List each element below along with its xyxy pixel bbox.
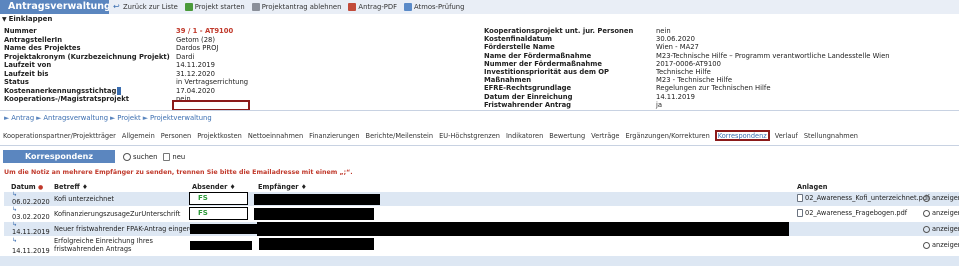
attachment-link[interactable]: 02_Awareness_Fragebogen.pdf (797, 209, 907, 217)
arrow-right-icon: ► (110, 114, 116, 122)
document-icon (797, 209, 803, 217)
tab-eu-hoechstgrenzen[interactable]: EU-Höchstgrenzen (438, 132, 501, 141)
tab-vertraege[interactable]: Verträge (590, 132, 620, 141)
tab-personen[interactable]: Personen (160, 132, 192, 141)
atmos-check-button[interactable]: Atmos-Prüfung (404, 3, 464, 11)
tab-ergaenzungen[interactable]: Ergänzungen/Korrekturen (625, 132, 711, 141)
tab-korrespondenz[interactable]: Korrespondenz (714, 130, 770, 141)
korrespondenz-tools: suchen neu (123, 152, 191, 161)
view-button[interactable]: anzeigen (923, 194, 959, 202)
table-header: Datum ● Betreff ♦ Absender ♦ Empfänger ♦… (0, 181, 959, 191)
new-document-icon (163, 152, 171, 161)
column-datum[interactable]: Datum ● (11, 183, 43, 191)
tab-allgemein[interactable]: Allgemein (121, 132, 156, 141)
project-info-left: Nummer 39 / 1 - AT9100 AntragstellerIn Get… (4, 27, 480, 111)
toolbar: ↩ Zurück zur Liste Projekt starten Proje… (109, 0, 959, 14)
view-button[interactable]: anzeigen (923, 241, 959, 249)
magnifier-icon (923, 209, 930, 217)
column-empfaenger[interactable]: Empfänger ♦ (258, 183, 307, 191)
footer-bar (0, 256, 959, 266)
redacted-recipient (254, 194, 380, 205)
reply-arrow-icon: ↳ (12, 237, 18, 244)
tab-nettoeinnahmen[interactable]: Nettoeinnahmen (247, 132, 304, 141)
sender-field: FS (189, 192, 248, 205)
breadcrumb-link[interactable]: Antragsverwaltung (43, 114, 108, 122)
redacted-recipient (259, 238, 374, 250)
sort-icon: ♦ (229, 183, 236, 191)
column-anlagen: Anlagen (797, 183, 828, 191)
table-row[interactable]: ↳ 06.02.2020 Kofi unterzeichnet FS 02_Aw… (4, 191, 959, 206)
triangle-down-icon: ▼ (2, 15, 7, 23)
divider (0, 145, 959, 146)
redacted-recipient (257, 222, 789, 236)
tab-bar: Kooperationspartner/Projektträger Allgem… (2, 130, 863, 141)
column-absender[interactable]: Absender ♦ (192, 183, 236, 191)
redacted-sender (190, 224, 260, 234)
pdf-icon (348, 3, 357, 11)
arrow-right-icon: ► (142, 114, 148, 122)
search-icon (123, 152, 131, 161)
new-button[interactable]: neu (163, 152, 185, 161)
reject-application-button[interactable]: Projektantrag ablehnen (251, 3, 341, 11)
check-icon (404, 3, 413, 11)
table-row[interactable]: ↳ 14.11.2019 Erfolgreiche Einreichung Ih… (4, 237, 959, 255)
breadcrumb-link[interactable]: Antrag (11, 114, 34, 122)
tab-projektkosten[interactable]: Projektkosten (196, 132, 243, 141)
reply-arrow-icon: ↳ (12, 206, 18, 213)
start-project-button[interactable]: Projekt starten (184, 3, 245, 11)
tab-berichte[interactable]: Berichte/Meilenstein (365, 132, 435, 141)
document-icon (797, 194, 803, 202)
column-betreff[interactable]: Betreff ♦ (54, 183, 88, 191)
info-icon[interactable] (117, 86, 122, 95)
view-button[interactable]: anzeigen (923, 225, 959, 233)
recipient-hint: Um die Notiz an mehrere Empfänger zu sen… (4, 169, 353, 176)
redacted-recipient (254, 208, 374, 220)
view-button[interactable]: anzeigen (923, 209, 959, 217)
magnifier-icon (923, 194, 930, 202)
section-title: Korrespondenz (3, 150, 115, 163)
sort-icon: ♦ (82, 183, 88, 191)
project-start-icon (184, 3, 193, 11)
header-bar: Antragsverwaltung ↩ Zurück zur Liste Pro… (0, 0, 959, 14)
reply-arrow-icon: ↳ (12, 191, 18, 198)
application-pdf-button[interactable]: Antrag-PDF (348, 3, 397, 11)
project-info-right: Kooperationsprojekt unt. jur. Personen ne… (484, 27, 890, 109)
breadcrumb-link[interactable]: Projekt (117, 114, 140, 122)
attachment-link[interactable]: 02_Awareness_Kofi_unterzeichnet.pdf (797, 194, 929, 202)
sender-field: FS (189, 207, 248, 220)
reply-arrow-icon: ↳ (12, 221, 18, 228)
back-arrow-icon: ↩ (113, 2, 120, 11)
magnifier-icon (923, 241, 930, 249)
tab-stellungnahmen[interactable]: Stellungnahmen (803, 132, 859, 141)
sort-icon: ● (37, 184, 44, 191)
table-row[interactable]: ↳ 03.02.2020 KofinanzierungszusageZurUnt… (4, 206, 959, 221)
tab-finanzierungen[interactable]: Finanzierungen (308, 132, 360, 141)
page-title: Antragsverwaltung (0, 0, 111, 14)
print-icon (251, 3, 260, 11)
magnifier-icon (923, 225, 930, 233)
korrespondenz-bar: Korrespondenz suchen neu (3, 150, 957, 163)
search-button[interactable]: suchen (123, 152, 157, 161)
tab-kooperationspartner[interactable]: Kooperationspartner/Projektträger (2, 132, 117, 141)
redacted-sender (190, 241, 252, 250)
back-to-list-button[interactable]: ↩ Zurück zur Liste (113, 2, 178, 12)
sort-icon: ♦ (300, 183, 307, 191)
arrow-right-icon: ► (36, 114, 42, 122)
tab-indikatoren[interactable]: Indikatoren (505, 132, 544, 141)
breadcrumb: ► Antrag ► Antragsverwaltung ► Projekt ► Pro… (2, 114, 212, 122)
table-row[interactable]: ↳ 14.11.2019 Neuer fristwahrender FPAK-A… (4, 221, 959, 236)
collapse-toggle[interactable]: ▼ Einklappen (2, 15, 52, 23)
status-value: in Vertragserrichtung (176, 78, 249, 86)
breadcrumb-link[interactable]: Projektverwaltung (150, 114, 212, 122)
tab-bewertung[interactable]: Bewertung (548, 132, 586, 141)
arrow-right-icon: ► (4, 114, 10, 122)
divider (0, 110, 959, 111)
tab-verlauf[interactable]: Verlauf (774, 132, 799, 141)
